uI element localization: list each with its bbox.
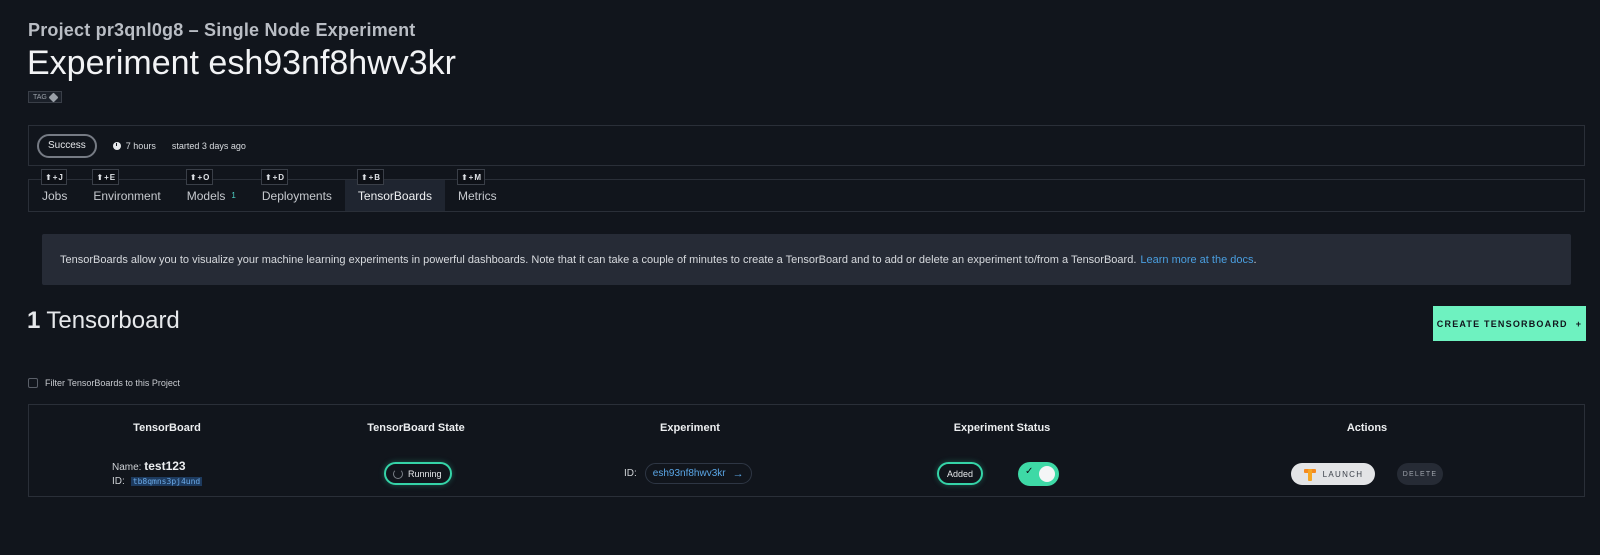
tab-environment[interactable]: ⬆ + E Environment	[80, 169, 173, 211]
shortcut-key: J	[58, 172, 63, 182]
tensorboard-name: test123	[144, 459, 186, 473]
shortcut-hint: ⬆ + M	[456, 169, 485, 185]
tab-tensorboards[interactable]: ⬆ + B TensorBoards	[344, 169, 445, 211]
experiment-status-badge: Added	[937, 462, 984, 485]
shortcut-hint: ⬆ + B	[356, 169, 385, 185]
shift-icon: ⬆	[45, 172, 52, 182]
column-header-experiment: Experiment	[660, 422, 720, 434]
tab-label: Environment	[93, 188, 161, 203]
column-header-tensorboard: TensorBoard	[133, 422, 201, 434]
tab-deployments[interactable]: ⬆ + D Deployments	[249, 169, 345, 211]
tensorboard-count-label: Tensorboard	[46, 307, 180, 334]
info-text: TensorBoards allow you to visualize your…	[60, 253, 1137, 266]
experiment-id-label: ID:	[624, 468, 637, 479]
shift-icon: ⬆	[189, 172, 197, 182]
status-badge: Success	[37, 133, 97, 158]
shift-icon: ⬆	[460, 172, 468, 182]
started-text: started 3 days ago	[171, 140, 246, 151]
filter-project-label: Filter TensorBoards to this Project	[45, 378, 180, 388]
project-title: Project pr3qnl0g8 – Single Node Experime…	[28, 20, 416, 40]
info-banner: TensorBoards allow you to visualize your…	[42, 234, 1571, 285]
tab-label: Models	[186, 188, 226, 203]
experiment-link[interactable]: esh93nf8hwv3kr →	[644, 463, 752, 484]
check-icon: ✓	[1025, 466, 1034, 477]
plus-icon: +	[1575, 318, 1583, 329]
filter-project-row[interactable]: Filter TensorBoards to this Project	[28, 378, 180, 388]
launch-label: LAUNCH	[1322, 469, 1364, 479]
page-title: Experiment esh93nf8hwv3kr	[27, 44, 457, 82]
tag-label: TAG	[33, 93, 47, 101]
tensorflow-icon	[1303, 467, 1317, 481]
info-suffix: .	[1253, 253, 1257, 266]
shortcut-key: E	[109, 172, 116, 182]
tab-label: TensorBoards	[357, 188, 432, 203]
spinner-icon	[393, 468, 403, 479]
experiment-cell: ID: esh93nf8hwv3kr →	[624, 463, 752, 484]
filter-project-checkbox[interactable]	[28, 378, 38, 388]
launch-button[interactable]: LAUNCH	[1291, 463, 1375, 485]
tensorboard-count: 1	[27, 307, 41, 334]
tensorboard-name-cell: Name: test123 ID: tb8qmns3pj4und	[112, 459, 203, 489]
name-label: Name:	[112, 462, 142, 473]
tensorboard-state-badge: Running	[384, 462, 452, 485]
tensorboard-count-heading: 1 Tensorboard	[27, 307, 180, 335]
arrow-right-icon: →	[732, 467, 744, 480]
experiment-toggle[interactable]: ✓	[1018, 462, 1059, 486]
shift-icon: ⬆	[264, 172, 272, 182]
tab-label: Deployments	[261, 188, 332, 203]
state-text: Running	[408, 468, 442, 479]
duration: 7 hours	[112, 140, 156, 151]
shortcut-hint: ⬆ + J	[41, 169, 67, 185]
models-count-badge: 1	[231, 191, 236, 200]
shortcut-hint: ⬆ + D	[260, 169, 289, 185]
add-tag-button[interactable]: TAG	[28, 91, 62, 103]
shortcut-hint: ⬆ + E	[92, 169, 120, 185]
column-header-actions: Actions	[1346, 422, 1388, 434]
tensorboards-table: TensorBoard TensorBoard State Experiment…	[28, 404, 1585, 497]
tab-bar: ⬆ + J Jobs ⬆ + E Environment ⬆ + O Models 1 ⬆ +…	[28, 169, 1585, 212]
shortcut-key: B	[374, 172, 381, 182]
shift-icon: ⬆	[96, 172, 104, 182]
shortcut-key: O	[203, 172, 210, 182]
tensorboard-id: tb8qmns3pj4und	[130, 477, 203, 486]
tab-label: Metrics	[457, 188, 497, 203]
clock-icon	[112, 141, 121, 150]
experiment-status-bar: Success 7 hours started 3 days ago	[28, 125, 1585, 166]
shortcut-key: M	[474, 172, 481, 182]
tab-label: Jobs	[42, 188, 68, 203]
column-header-experiment-status: Experiment Status	[953, 422, 1051, 434]
tag-icon	[48, 92, 59, 102]
experiment-id: esh93nf8hwv3kr	[652, 468, 726, 479]
tab-jobs[interactable]: ⬆ + J Jobs	[29, 169, 80, 211]
duration-text: 7 hours	[125, 140, 156, 151]
toggle-knob	[1039, 466, 1055, 482]
create-tensorboard-button[interactable]: CREATE TENSORBOARD +	[1433, 306, 1586, 341]
id-label: ID:	[112, 476, 125, 487]
shortcut-key: D	[278, 172, 285, 182]
column-header-state: TensorBoard State	[367, 422, 465, 434]
tab-metrics[interactable]: ⬆ + M Metrics	[445, 169, 510, 211]
tab-models[interactable]: ⬆ + O Models 1	[174, 169, 249, 211]
delete-button[interactable]: DELETE	[1397, 463, 1443, 485]
docs-link[interactable]: Learn more at the docs	[1140, 254, 1253, 266]
shortcut-hint: ⬆ + O	[185, 169, 214, 185]
shift-icon: ⬆	[360, 172, 368, 182]
create-tensorboard-label: CREATE TENSORBOARD	[1436, 318, 1568, 329]
